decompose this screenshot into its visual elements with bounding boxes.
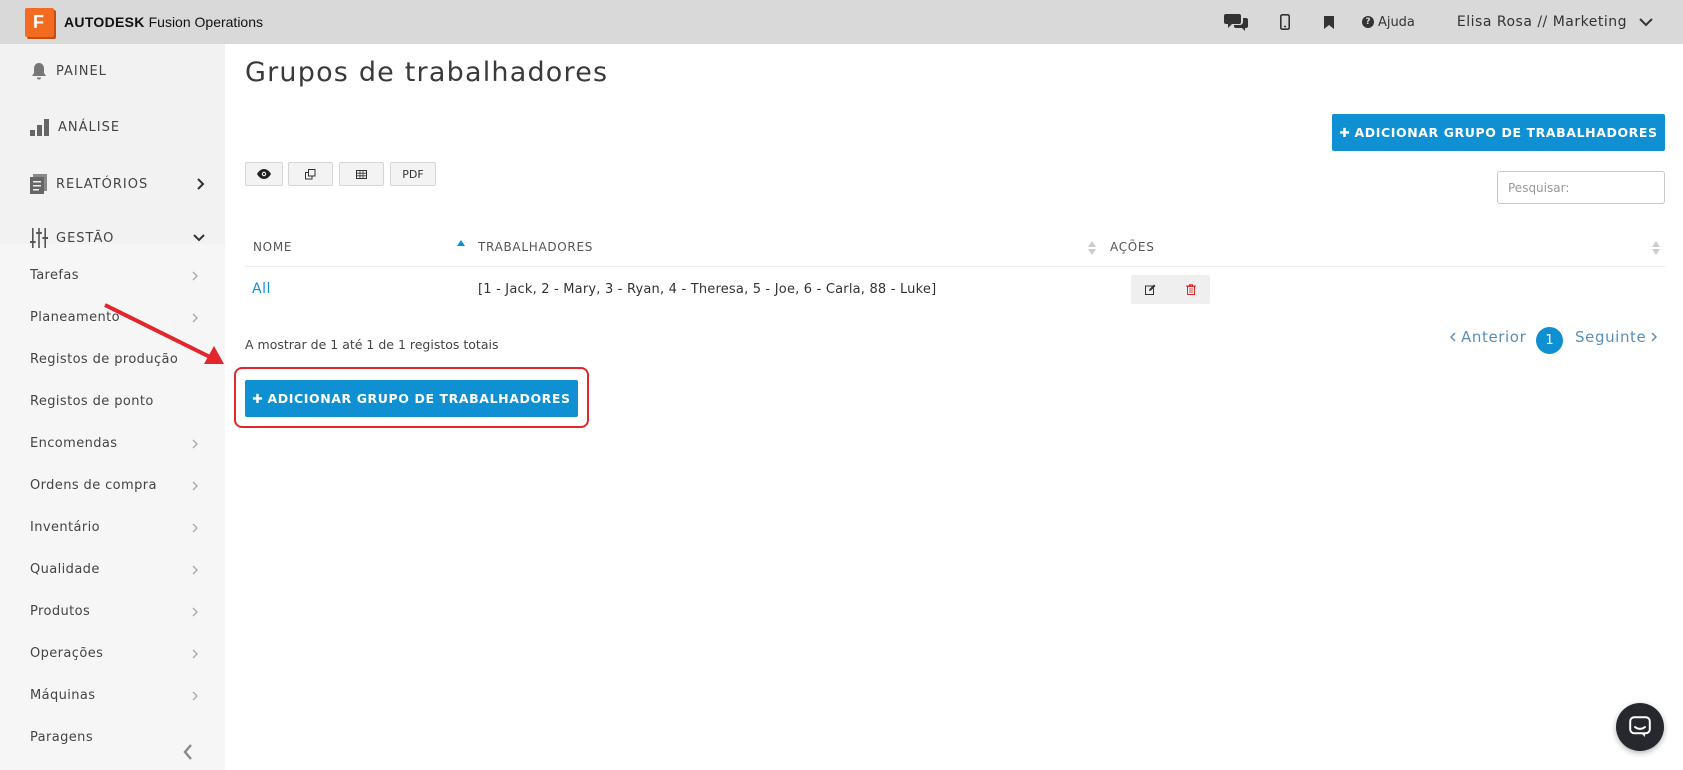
trash-icon [1185, 284, 1196, 295]
user-label: Elisa Rosa // Marketing [1456, 14, 1627, 30]
pdf-export-button[interactable]: PDF [390, 162, 436, 186]
chevron-right-icon [192, 648, 198, 663]
sidebar-subitem[interactable]: Tarefas [30, 268, 198, 283]
brand-name: AUTODESK Fusion Operations [64, 14, 264, 30]
sidebar-subitem-label: Produtos [30, 604, 91, 619]
user-menu[interactable]: Elisa Rosa // Marketing [1457, 14, 1653, 30]
sidebar-subitem-label: Registos de ponto [30, 394, 154, 409]
chat-icon[interactable] [1223, 12, 1248, 32]
sidebar-subitem[interactable]: Registos de ponto [30, 394, 198, 409]
edit-button[interactable] [1131, 275, 1170, 304]
sort-icon[interactable] [1652, 241, 1660, 255]
prev-label: Anterior [1461, 328, 1527, 346]
sidebar-subitem-label: Qualidade [30, 562, 100, 577]
sidebar-subitem[interactable]: Qualidade [30, 562, 198, 577]
sidebar-subitem[interactable]: Paragens [30, 730, 198, 745]
sidebar-subitem[interactable]: Ordens de compra [30, 478, 198, 493]
sidebar-subitem[interactable]: Operações [30, 646, 198, 661]
group-workers-cell: [1 - Jack, 2 - Mary, 3 - Ryan, 4 - There… [478, 282, 937, 297]
add-worker-group-button-top[interactable]: ✚ ADICIONAR GRUPO DE TRABALHADORES [1332, 114, 1665, 151]
sidebar-subitem-label: Encomendas [30, 436, 118, 451]
chevron-right-icon [192, 690, 198, 705]
sidebar-subitem[interactable]: Inventário [30, 520, 198, 535]
chevron-right-icon [197, 178, 205, 190]
copy-button[interactable] [288, 162, 333, 186]
brand-area[interactable]: F AUTODESK Fusion Operations [25, 7, 264, 37]
chat-widget-button[interactable] [1616, 703, 1664, 751]
chevron-right-icon [192, 522, 198, 537]
report-icon [30, 174, 47, 194]
sidebar-subitem[interactable]: Máquinas [30, 688, 198, 703]
question-icon: ? [1361, 16, 1374, 28]
copy-icon [305, 168, 316, 179]
mobile-icon[interactable] [1279, 14, 1290, 30]
sidebar-label: ANÁLISE [58, 119, 121, 135]
pdf-label: PDF [402, 167, 424, 181]
edit-icon [1145, 284, 1156, 295]
plus-icon: ✚ [252, 391, 264, 406]
collapse-sidebar-icon[interactable] [183, 744, 193, 760]
button-label: ADICIONAR GRUPO DE TRABALHADORES [1354, 125, 1658, 140]
sidebar-item-painel[interactable]: PAINEL [30, 62, 205, 80]
chevron-right-icon [192, 438, 198, 453]
red-arrow-annotation [104, 303, 224, 364]
sidebar-subitem-label: Paragens [30, 730, 93, 745]
sidebar-item-relatorios[interactable]: RELATÓRIOS [30, 174, 205, 194]
sidebar-subitem-label: Operações [30, 646, 104, 661]
chevron-right-icon [192, 480, 198, 495]
sidebar-subitem-label: Ordens de compra [30, 478, 157, 493]
chevron-down-icon [1639, 17, 1653, 26]
chevron-right-icon [192, 270, 198, 285]
csv-export-button[interactable] [339, 162, 384, 186]
chevron-left-icon [1450, 332, 1456, 342]
sidebar-subitem-label: Máquinas [30, 688, 96, 703]
table-info: A mostrar de 1 até 1 de 1 registos totai… [245, 337, 499, 352]
sidebar-subitem-label: Inventário [30, 520, 100, 535]
chevron-right-icon [192, 564, 198, 579]
table-icon [356, 169, 367, 179]
page-number-current[interactable]: 1 [1536, 327, 1563, 354]
chevron-right-icon [192, 606, 198, 621]
button-label: ADICIONAR GRUPO DE TRABALHADORES [267, 391, 571, 406]
fusion-logo: F [25, 7, 54, 37]
prev-page-link[interactable]: Anterior [1450, 328, 1526, 346]
bar-chart-icon [30, 119, 49, 136]
top-bar: F AUTODESK Fusion Operations ? Ajuda Eli… [0, 0, 1683, 44]
help-link[interactable]: ? Ajuda [1361, 14, 1415, 30]
sidebar-label: PAINEL [56, 63, 107, 79]
table-header-divider [245, 266, 1665, 267]
sort-icon[interactable] [1088, 241, 1096, 255]
column-header-acoes[interactable]: AÇÕES [1110, 240, 1155, 254]
sidebar-label: GESTÃO [56, 230, 115, 246]
column-header-nome[interactable]: NOME [253, 240, 292, 254]
sidebar: PAINEL ANÁLISE RELATÓRIOS GESTÃO Tarefas… [0, 44, 225, 770]
bookmark-icon[interactable] [1323, 15, 1334, 29]
page-title: Grupos de trabalhadores [245, 57, 609, 88]
next-label: Seguinte [1575, 328, 1647, 346]
row-actions [1131, 275, 1210, 304]
search-input[interactable]: Pesquisar: [1497, 171, 1665, 204]
plus-icon: ✚ [1339, 125, 1351, 140]
search-placeholder: Pesquisar: [1508, 180, 1570, 195]
chevron-down-icon [193, 234, 205, 242]
sidebar-item-analise[interactable]: ANÁLISE [30, 118, 205, 136]
next-page-link[interactable]: Seguinte [1575, 328, 1658, 346]
help-label: Ajuda [1377, 14, 1415, 30]
chat-icon [1629, 716, 1651, 737]
bell-icon [32, 63, 46, 80]
column-header-trabalhadores[interactable]: TRABALHADORES [478, 240, 593, 254]
view-toggle-button[interactable] [245, 162, 283, 186]
sidebar-subitem[interactable]: Encomendas [30, 436, 198, 451]
sidebar-item-gestao[interactable]: GESTÃO [30, 228, 205, 248]
sidebar-subitem-label: Tarefas [30, 268, 79, 283]
eye-icon [257, 169, 271, 179]
delete-button[interactable] [1171, 275, 1210, 304]
chevron-right-icon [1651, 332, 1658, 342]
add-worker-group-button[interactable]: ✚ ADICIONAR GRUPO DE TRABALHADORES [245, 380, 578, 417]
sidebar-label: RELATÓRIOS [56, 176, 149, 192]
group-name-link[interactable]: All [252, 281, 271, 297]
sidebar-subitem[interactable]: Produtos [30, 604, 198, 619]
sort-asc-icon[interactable] [457, 240, 465, 246]
sliders-icon [30, 228, 48, 248]
